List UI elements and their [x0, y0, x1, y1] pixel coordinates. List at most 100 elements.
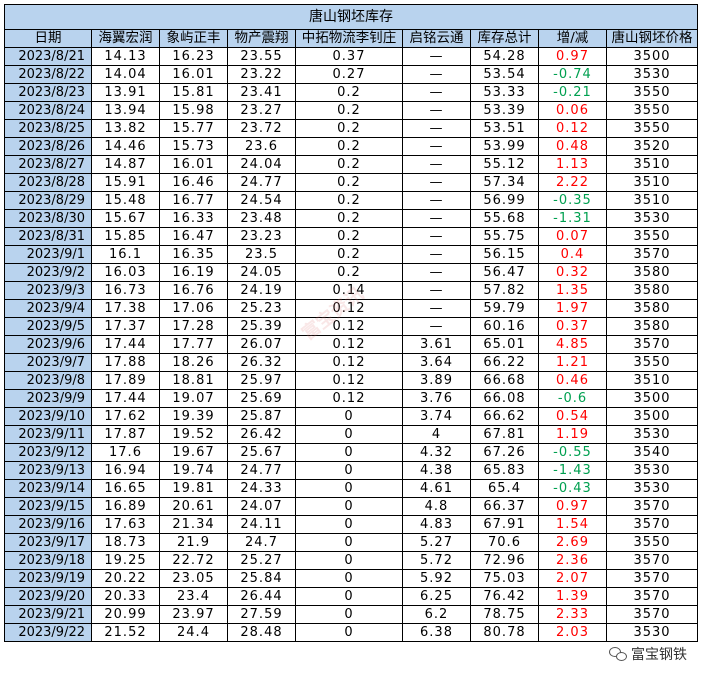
stock-cell: 16.03	[91, 263, 160, 282]
stock-cell: 0	[295, 551, 403, 570]
stock-cell: 0.2	[295, 209, 403, 228]
table-row: 2023/8/22 14.04 16.01 23.22 0.27—53.54 -0.74 3…	[4, 65, 699, 84]
date-cell: 2023/9/3	[4, 281, 92, 300]
stock-cell: 19.39	[159, 407, 228, 426]
column-header: 日期	[4, 29, 92, 48]
price-cell: 3570	[605, 551, 699, 570]
change-cell: 2.03	[538, 623, 607, 642]
stock-cell: —	[402, 65, 471, 84]
stock-cell: 4.38	[402, 461, 471, 480]
stock-cell: 19.67	[159, 443, 228, 462]
stock-cell: 14.04	[91, 65, 160, 84]
stock-cell: 17.63	[91, 515, 160, 534]
change-cell: -0.55	[538, 443, 607, 462]
total-cell: 56.47	[470, 263, 539, 282]
date-cell: 2023/9/2	[4, 263, 92, 282]
stock-cell: 17.87	[91, 425, 160, 444]
stock-cell: 16.89	[91, 497, 160, 516]
date-cell: 2023/8/29	[4, 191, 92, 210]
price-cell: 3530	[605, 479, 699, 498]
change-cell: 1.97	[538, 299, 607, 318]
price-cell: 3500	[605, 389, 699, 408]
stock-cell: 0.37	[295, 47, 403, 66]
stock-cell: 23.5	[227, 245, 296, 264]
change-cell: 1.19	[538, 425, 607, 444]
stock-cell: 19.52	[159, 425, 228, 444]
change-cell: 0.06	[538, 101, 607, 120]
column-header: 中拓物流李钊庄	[295, 29, 403, 48]
stock-cell: —	[402, 281, 471, 300]
table-row: 2023/9/15 16.89 20.61 24.07 0 4.8 66.37 0.97 357…	[4, 497, 699, 516]
change-cell: -0.21	[538, 83, 607, 102]
stock-cell: 16.46	[159, 173, 228, 192]
price-cell: 3580	[605, 263, 699, 282]
header-row: 日期 海翼宏润 象屿正丰 物产震翔 中拓物流李钊庄 启铭云通 库存总计 增/减 唐山钢坯价格	[4, 29, 699, 48]
brand-footer: 富宝钢铁	[609, 644, 687, 664]
change-cell: 1.13	[538, 155, 607, 174]
price-cell: 3550	[605, 353, 699, 372]
stock-cell: 3.64	[402, 353, 471, 372]
stock-cell: 15.98	[159, 101, 228, 120]
total-cell: 55.68	[470, 209, 539, 228]
change-cell: 0.97	[538, 47, 607, 66]
table-row: 2023/8/31 15.85 16.47 23.23 0.2—55.75 0.07 355…	[4, 227, 699, 246]
total-cell: 53.54	[470, 65, 539, 84]
table-row: 2023/8/27 14.87 16.01 24.04 0.2—55.12 1.13 351…	[4, 155, 699, 174]
change-cell: 0.54	[538, 407, 607, 426]
date-cell: 2023/8/30	[4, 209, 92, 228]
stock-cell: 20.61	[159, 497, 228, 516]
stock-cell: 18.26	[159, 353, 228, 372]
stock-cell: 5.92	[402, 569, 471, 588]
change-cell: 0.48	[538, 137, 607, 156]
price-cell: 3570	[605, 587, 699, 606]
date-cell: 2023/9/19	[4, 569, 92, 588]
total-cell: 72.96	[470, 551, 539, 570]
stock-cell: 14.46	[91, 137, 160, 156]
table-row: 2023/8/29 15.48 16.77 24.54 0.2—56.99 -0.35 35…	[4, 191, 699, 210]
change-cell: -0.6	[538, 389, 607, 408]
stock-cell: 0.12	[295, 317, 403, 336]
stock-cell: 25.39	[227, 317, 296, 336]
table-row: 2023/9/19 20.22 23.05 25.84 0 5.92 75.03 2.07 35…	[4, 569, 699, 588]
price-cell: 3500	[605, 47, 699, 66]
stock-cell: 25.69	[227, 389, 296, 408]
stock-cell: 0.2	[295, 191, 403, 210]
price-cell: 3510	[605, 371, 699, 390]
stock-cell: 19.07	[159, 389, 228, 408]
stock-cell: 4.83	[402, 515, 471, 534]
stock-cell: 0.2	[295, 101, 403, 120]
stock-cell: 16.01	[159, 155, 228, 174]
total-cell: 53.51	[470, 119, 539, 138]
date-cell: 2023/8/31	[4, 227, 92, 246]
stock-cell: 20.33	[91, 587, 160, 606]
table-row: 2023/8/30 15.67 16.33 23.48 0.2—55.68 -1.31 35…	[4, 209, 699, 228]
change-cell: -0.43	[538, 479, 607, 498]
table-row: 2023/9/20 20.33 23.4 26.44 0 6.25 76.42 1.39 357…	[4, 587, 699, 606]
stock-cell: 26.07	[227, 335, 296, 354]
stock-cell: 15.91	[91, 173, 160, 192]
table-row: 2023/9/5 17.37 17.28 25.39 0.12—60.16 0.37 358…	[4, 317, 699, 336]
stock-cell: 0	[295, 533, 403, 552]
price-cell: 3570	[605, 245, 699, 264]
change-cell: 1.39	[538, 587, 607, 606]
total-cell: 65.4	[470, 479, 539, 498]
stock-cell: —	[402, 227, 471, 246]
stock-cell: 23.27	[227, 101, 296, 120]
stock-cell: 24.4	[159, 623, 228, 642]
date-cell: 2023/9/15	[4, 497, 92, 516]
stock-cell: 26.42	[227, 425, 296, 444]
stock-cell: 15.77	[159, 119, 228, 138]
stock-cell: 16.47	[159, 227, 228, 246]
stock-cell: 24.19	[227, 281, 296, 300]
stock-cell: 23.23	[227, 227, 296, 246]
change-cell: 2.33	[538, 605, 607, 624]
stock-cell: —	[402, 119, 471, 138]
change-cell: 1.35	[538, 281, 607, 300]
price-cell: 3580	[605, 299, 699, 318]
total-cell: 80.78	[470, 623, 539, 642]
stock-cell: 0.12	[295, 371, 403, 390]
stock-cell: 17.88	[91, 353, 160, 372]
date-cell: 2023/9/16	[4, 515, 92, 534]
table-row: 2023/9/8 17.89 18.81 25.97 0.12 3.89 66.68 0.46…	[4, 371, 699, 390]
change-cell: 2.22	[538, 173, 607, 192]
